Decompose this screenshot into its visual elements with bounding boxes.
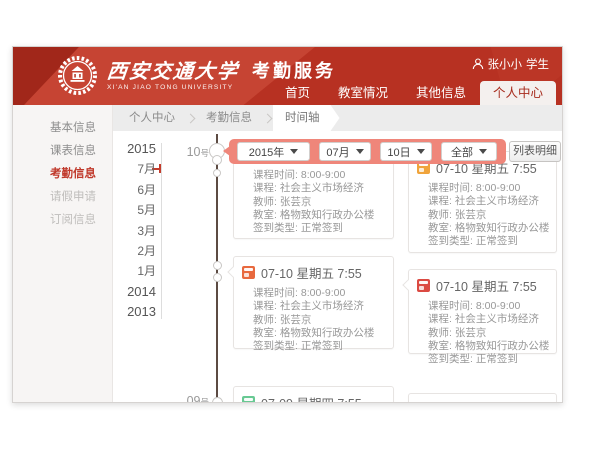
timeline-scale-item[interactable]: 6月 <box>113 180 156 200</box>
app-title: 考勤服务 <box>252 57 336 83</box>
day-marker-10: 10号 <box>169 143 209 161</box>
calendar-icon <box>242 396 255 403</box>
timeline-scale: 2015 7月 6月 5月 3月 2月 1月 2014 2013 <box>113 139 156 323</box>
timeline-content: 2015 7月 6月 5月 3月 2月 1月 2014 2013 10号 09号 <box>113 131 562 402</box>
month-select[interactable]: 07月 <box>319 142 371 161</box>
breadcrumb-attendance-info[interactable]: 考勤信息 <box>196 105 262 131</box>
university-name-en: XI'AN JIAO TONG UNIVERSITY <box>107 84 239 91</box>
sidebar-item-basic-info[interactable]: 基本信息 <box>13 117 112 140</box>
attendance-card: 07-10 星期五 7:55 课程时间:8:00-9:00 课程:社会主义市场经… <box>408 151 557 253</box>
user-icon <box>472 58 484 70</box>
card-fields: 课程时间:8:00-9:00 课程:社会主义市场经济 教师:张芸京 教室:格物致… <box>234 284 393 359</box>
nav-item-classrooms[interactable]: 教室情况 <box>324 81 402 105</box>
caret-down-icon <box>479 149 487 154</box>
main-nav: 首页 教室情况 其他信息 个人中心 <box>271 81 556 105</box>
timeline-scale-item[interactable]: 2015 <box>113 139 156 159</box>
university-name-block: 西安交通大学 XI'AN JIAO TONG UNIVERSITY <box>107 60 239 91</box>
nav-item-other-info[interactable]: 其他信息 <box>402 81 480 105</box>
sidebar-item-attendance-info[interactable]: 考勤信息 <box>13 163 112 186</box>
calendar-icon <box>417 279 430 292</box>
timeline-node <box>213 273 222 282</box>
attendance-card: 07-09 星期四 7:55 <box>233 386 394 403</box>
card-title: 07-10 星期五 7:55 <box>436 276 537 295</box>
timeline-scale-item[interactable]: 2月 <box>113 241 156 261</box>
attendance-card: 07-10 星期五 7:55 课程时间:8:00-9:00 课程:社会主义市场经… <box>233 256 394 349</box>
university-logo-icon <box>57 55 98 96</box>
card-fields: 课程时间:8:00-9:00 课程:社会主义市场经济 教师:张芸京 教室:格物致… <box>409 179 556 254</box>
timeline-scale-item[interactable]: 1月 <box>113 261 156 281</box>
year-select[interactable]: 2015年 <box>237 142 310 161</box>
nav-item-personal-center[interactable]: 个人中心 <box>480 81 556 105</box>
app-header: 西安交通大学 XI'AN JIAO TONG UNIVERSITY 考勤服务 张… <box>13 47 562 105</box>
sidebar-item-schedule-info[interactable]: 课表信息 <box>13 140 112 163</box>
chevron-right-icon <box>263 113 273 123</box>
attendance-card: 课程时间:8:00-9:00 课程:社会主义市场经济 教师:张芸京 教室:格物致… <box>233 159 394 239</box>
timeline-scale-item[interactable]: 7月 <box>113 159 156 179</box>
breadcrumb: 个人中心 考勤信息 时间轴 <box>113 105 562 131</box>
caret-down-icon <box>417 149 425 154</box>
timeline-scale-item[interactable]: 2014 <box>113 282 156 302</box>
attendance-card <box>408 393 557 403</box>
university-name-cn: 西安交通大学 <box>106 60 240 82</box>
breadcrumb-timeline: 时间轴 <box>273 105 340 131</box>
card-title: 07-09 星期四 7:55 <box>261 393 362 403</box>
nav-item-home[interactable]: 首页 <box>271 81 324 105</box>
user-name: 张小小 <box>488 56 523 72</box>
breadcrumb-bar: 个人中心 考勤信息 时间轴 <box>113 105 562 131</box>
timeline-node <box>213 261 222 270</box>
caret-down-icon <box>356 149 364 154</box>
caret-down-icon <box>290 149 298 154</box>
user-role: 学生 <box>526 56 549 72</box>
card-fields: 课程时间:8:00-9:00 课程:社会主义市场经济 教师:张芸京 教室:格物致… <box>234 160 393 241</box>
card-title: 07-10 星期五 7:55 <box>261 263 362 282</box>
timeline-scale-item[interactable]: 5月 <box>113 200 156 220</box>
list-detail-button[interactable]: 列表明细 <box>509 141 561 162</box>
filter-bar: 2015年 07月 10日 全部 <box>229 139 506 164</box>
scale-divider-line <box>161 143 162 319</box>
card-header: 07-09 星期四 7:55 <box>234 387 393 403</box>
card-fields: 课程时间:8:00-9:00 课程:社会主义市场经济 教师:张芸京 教室:格物致… <box>409 297 556 372</box>
calendar-icon <box>242 266 255 279</box>
day-select[interactable]: 10日 <box>380 142 432 161</box>
timeline-scale-item[interactable]: 2013 <box>113 302 156 322</box>
chevron-right-icon <box>186 113 196 123</box>
day-marker-09: 09号 <box>169 392 209 403</box>
type-select[interactable]: 全部 <box>441 142 497 161</box>
timeline-node <box>212 397 223 403</box>
card-header: 07-10 星期五 7:55 <box>409 270 556 297</box>
card-header: 07-10 星期五 7:55 <box>234 257 393 284</box>
timeline-node <box>212 155 222 165</box>
breadcrumb-personal-center[interactable]: 个人中心 <box>119 105 185 131</box>
sidebar-item-leave-request[interactable]: 请假申请 <box>13 186 112 209</box>
app-window: 西安交通大学 XI'AN JIAO TONG UNIVERSITY 考勤服务 张… <box>12 46 563 403</box>
attendance-card: 07-10 星期五 7:55 课程时间:8:00-9:00 课程:社会主义市场经… <box>408 269 557 354</box>
timeline-node <box>213 169 221 177</box>
user-info: 张小小 学生 <box>472 56 550 72</box>
sidebar-item-subscription-info[interactable]: 订阅信息 <box>13 209 112 232</box>
sidebar: 基本信息 课表信息 考勤信息 请假申请 订阅信息 <box>13 105 113 402</box>
timeline-scale-item[interactable]: 3月 <box>113 221 156 241</box>
